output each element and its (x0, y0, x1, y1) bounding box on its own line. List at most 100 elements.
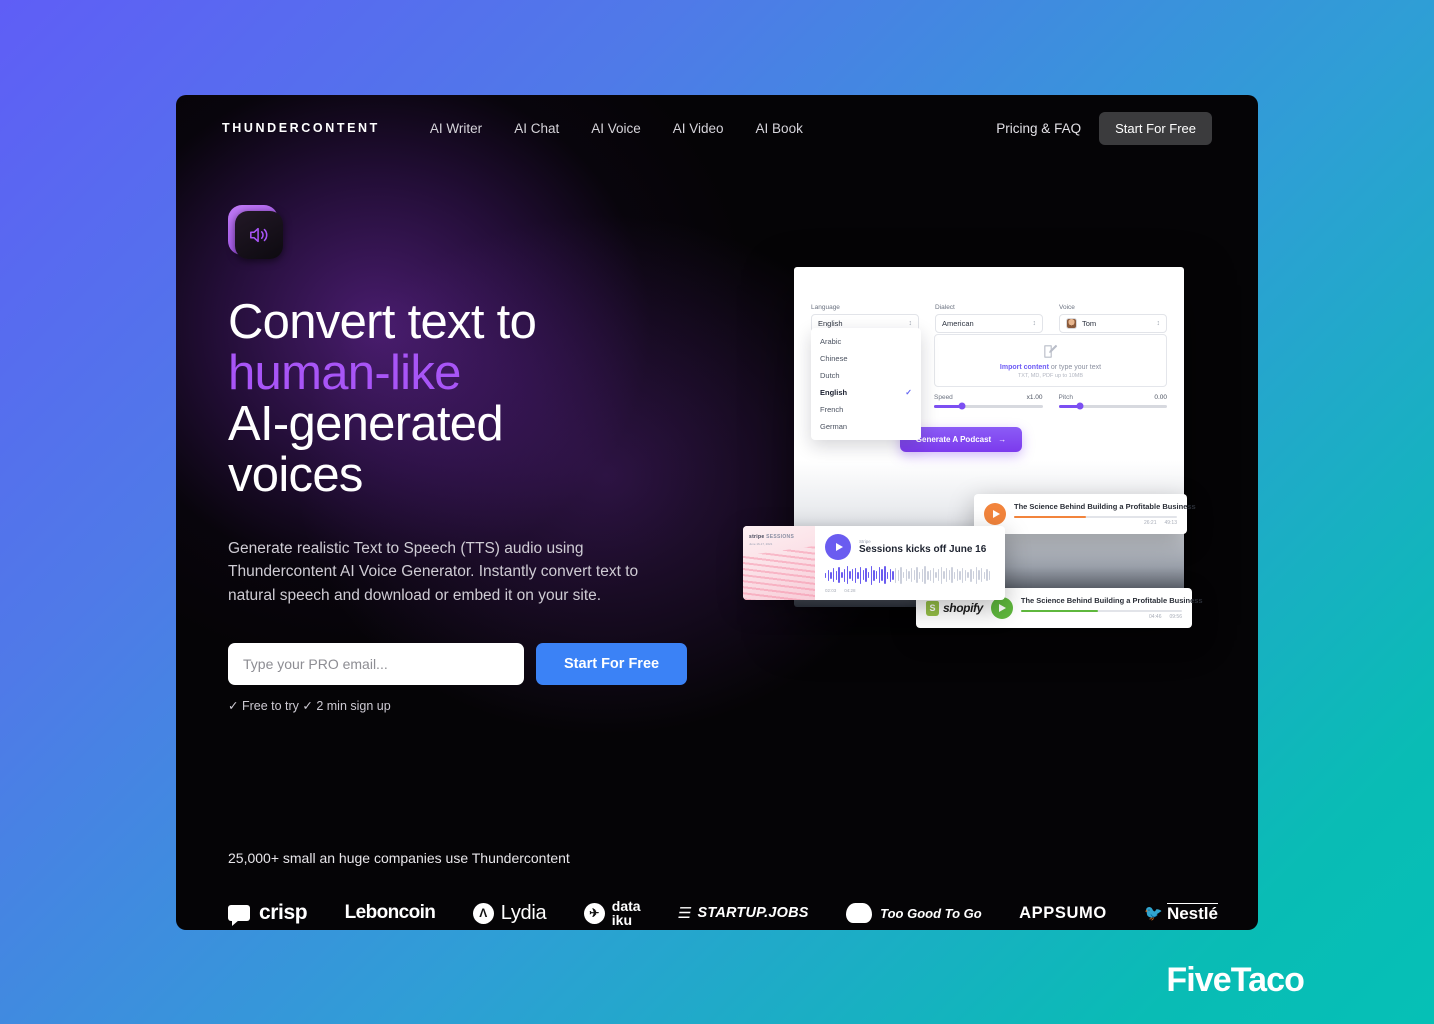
stripe-sessions-artwork: stripe SESSIONS June 16-17, 2021 (743, 526, 815, 600)
play-icon (992, 510, 1000, 518)
bird-nest-icon: 🐦 (1144, 905, 1163, 922)
speed-slider-knob[interactable] (958, 402, 966, 410)
dataiku-line-2: iku (611, 912, 633, 928)
too-good-to-go-wordmark: Too Good To Go (880, 905, 982, 921)
brand-logo[interactable]: THUNDERCONTENT (222, 121, 380, 135)
product-screenshot-mockup: Language English ↕ Dialect American ↕ Vo… (743, 263, 1231, 663)
option-label: German (820, 422, 848, 431)
chevron-updown-icon: ↕ (908, 319, 913, 327)
play-button[interactable] (825, 534, 851, 560)
podcast-times: 02:03 04:28 (825, 588, 995, 593)
podcast-times: 04:46 09:56 (1021, 614, 1182, 620)
nav-link-ai-writer[interactable]: AI Writer (414, 121, 498, 136)
language-label: Language (811, 304, 840, 311)
lydia-mark-icon: Λ (472, 902, 494, 924)
hero-title-accent: human-like (228, 345, 461, 400)
option-label: English (820, 388, 848, 397)
dialect-select[interactable]: American ↕ (935, 314, 1043, 333)
pitch-slider-head: Pitch 0.00 (1059, 394, 1168, 401)
language-option-english[interactable]: English ✓ (811, 384, 921, 401)
audio-waveform[interactable] (825, 565, 995, 585)
pitch-slider[interactable] (1058, 402, 1167, 410)
option-label: Dutch (820, 371, 840, 380)
voice-field: Voice Tom ↕ (1059, 304, 1167, 333)
dataiku-wordmark: data iku (612, 899, 641, 928)
nav-right-group: Pricing & FAQ Start For Free (996, 111, 1212, 145)
customer-logos-strip: crisp Leboncoin Λ Lydia ✈ data iku ☰ STA… (228, 885, 1218, 930)
pitch-slider-group: Pitch 0.00 (1058, 394, 1168, 410)
nav-start-for-free-button[interactable]: Start For Free (1099, 111, 1212, 145)
option-label: Arabic (820, 337, 842, 346)
fivetaco-watermark: FiveTaco (1166, 961, 1305, 999)
import-link[interactable]: Import content (1000, 364, 1049, 371)
voice-select[interactable]: Tom ↕ (1059, 314, 1167, 333)
nav-link-pricing-faq[interactable]: Pricing & FAQ (996, 121, 1081, 136)
stripe-card-head: Stripe Sessions kicks off June 16 (825, 534, 995, 560)
pitch-slider-knob[interactable] (1076, 402, 1084, 410)
sessions-wordmark: SESSIONS (766, 534, 795, 540)
podcast-player-card[interactable]: The Science Behind Building a Profitable… (974, 494, 1196, 534)
current-time: 04:46 (1148, 614, 1162, 620)
speed-value: x1.00 (1026, 394, 1043, 401)
option-label: Chinese (820, 354, 848, 363)
nav-link-ai-chat[interactable]: AI Chat (498, 121, 575, 136)
language-option-german[interactable]: German (811, 418, 921, 435)
hero-subtitle: Generate realistic Text to Speech (TTS) … (228, 539, 639, 604)
play-button[interactable] (984, 503, 1006, 525)
language-option-dutch[interactable]: Dutch (811, 367, 921, 384)
nav-link-ai-book[interactable]: AI Book (740, 121, 819, 136)
total-time: 04:28 (844, 588, 856, 593)
dialect-label: Dialect (935, 304, 955, 311)
lydia-wordmark: Lydia (500, 901, 547, 924)
logo-nestle: 🐦 Nestlé (1144, 902, 1218, 924)
speed-slider-group: Speed x1.00 (934, 394, 1043, 410)
nav-link-ai-voice[interactable]: AI Voice (575, 121, 657, 136)
play-icon (835, 543, 843, 551)
logo-dataiku: ✈ data iku (583, 899, 641, 928)
too-good-to-go-mark-icon (846, 903, 873, 923)
page-title: Convert text to human-like AI-generated … (228, 297, 748, 501)
import-hint: TXT, MD, PDF up to 10MB (1017, 372, 1084, 379)
logo-startup-jobs: ☰ STARTUP.JOBS (676, 904, 809, 922)
language-dropdown-menu[interactable]: Arabic Chinese Dutch English ✓ French Ge… (811, 328, 921, 440)
shopify-wordmark: shopify (943, 601, 983, 615)
voice-label: Voice (1059, 304, 1075, 311)
chevron-updown-icon: ↕ (1032, 319, 1037, 327)
podcast-card-body: The Science Behind Building a Profitable… (1014, 502, 1196, 526)
nav-link-ai-video[interactable]: AI Video (657, 121, 740, 136)
import-content-dropzone[interactable]: Import content or type your text TXT, MD… (934, 334, 1167, 387)
podcast-card-body: Stripe Sessions kicks off June 16 02:03 … (815, 526, 1005, 600)
stacked-layers-icon: ☰ (676, 905, 693, 922)
shopify-bag-icon (926, 600, 939, 616)
speed-label: Speed (934, 394, 953, 401)
language-option-french[interactable]: French (811, 401, 921, 418)
pitch-label: Pitch (1058, 394, 1073, 401)
speaker-volume-icon (228, 205, 284, 261)
current-time: 02:03 (825, 588, 837, 593)
shopify-logo: shopify (926, 600, 983, 616)
speed-slider-head: Speed x1.00 (934, 394, 1043, 401)
avatar (1066, 318, 1077, 329)
hero-start-for-free-button[interactable]: Start For Free (536, 643, 688, 686)
total-time: 09:56 (1169, 614, 1182, 620)
total-time: 49:13 (1164, 520, 1177, 526)
play-button[interactable] (990, 597, 1013, 619)
logo-too-good-to-go: Too Good To Go (846, 903, 982, 923)
import-label: Import content or type your text (1000, 364, 1101, 371)
hero-title-line-1: Convert text to (228, 295, 537, 349)
progress-bar[interactable] (1020, 610, 1182, 612)
speed-slider[interactable] (934, 402, 1043, 410)
pitch-value: 0.00 (1154, 394, 1167, 401)
hero-title-line-4: voices (228, 447, 363, 502)
progress-bar[interactable] (1014, 516, 1177, 518)
podcast-card-body: The Science Behind Building a Profitable… (1020, 596, 1203, 620)
social-proof-caption: 25,000+ small an huge companies use Thun… (228, 850, 570, 866)
crisp-wordmark: crisp (259, 901, 308, 924)
language-option-chinese[interactable]: Chinese (811, 350, 921, 367)
hero-title-line-3: AI-generated (228, 396, 504, 451)
podcast-title: The Science Behind Building a Profitable… (1020, 596, 1203, 605)
email-input[interactable] (228, 643, 524, 686)
generate-podcast-label: Generate A Podcast (915, 435, 992, 444)
podcast-player-card[interactable]: stripe SESSIONS June 16-17, 2021 Stripe … (743, 526, 1005, 600)
language-option-arabic[interactable]: Arabic (811, 333, 921, 350)
